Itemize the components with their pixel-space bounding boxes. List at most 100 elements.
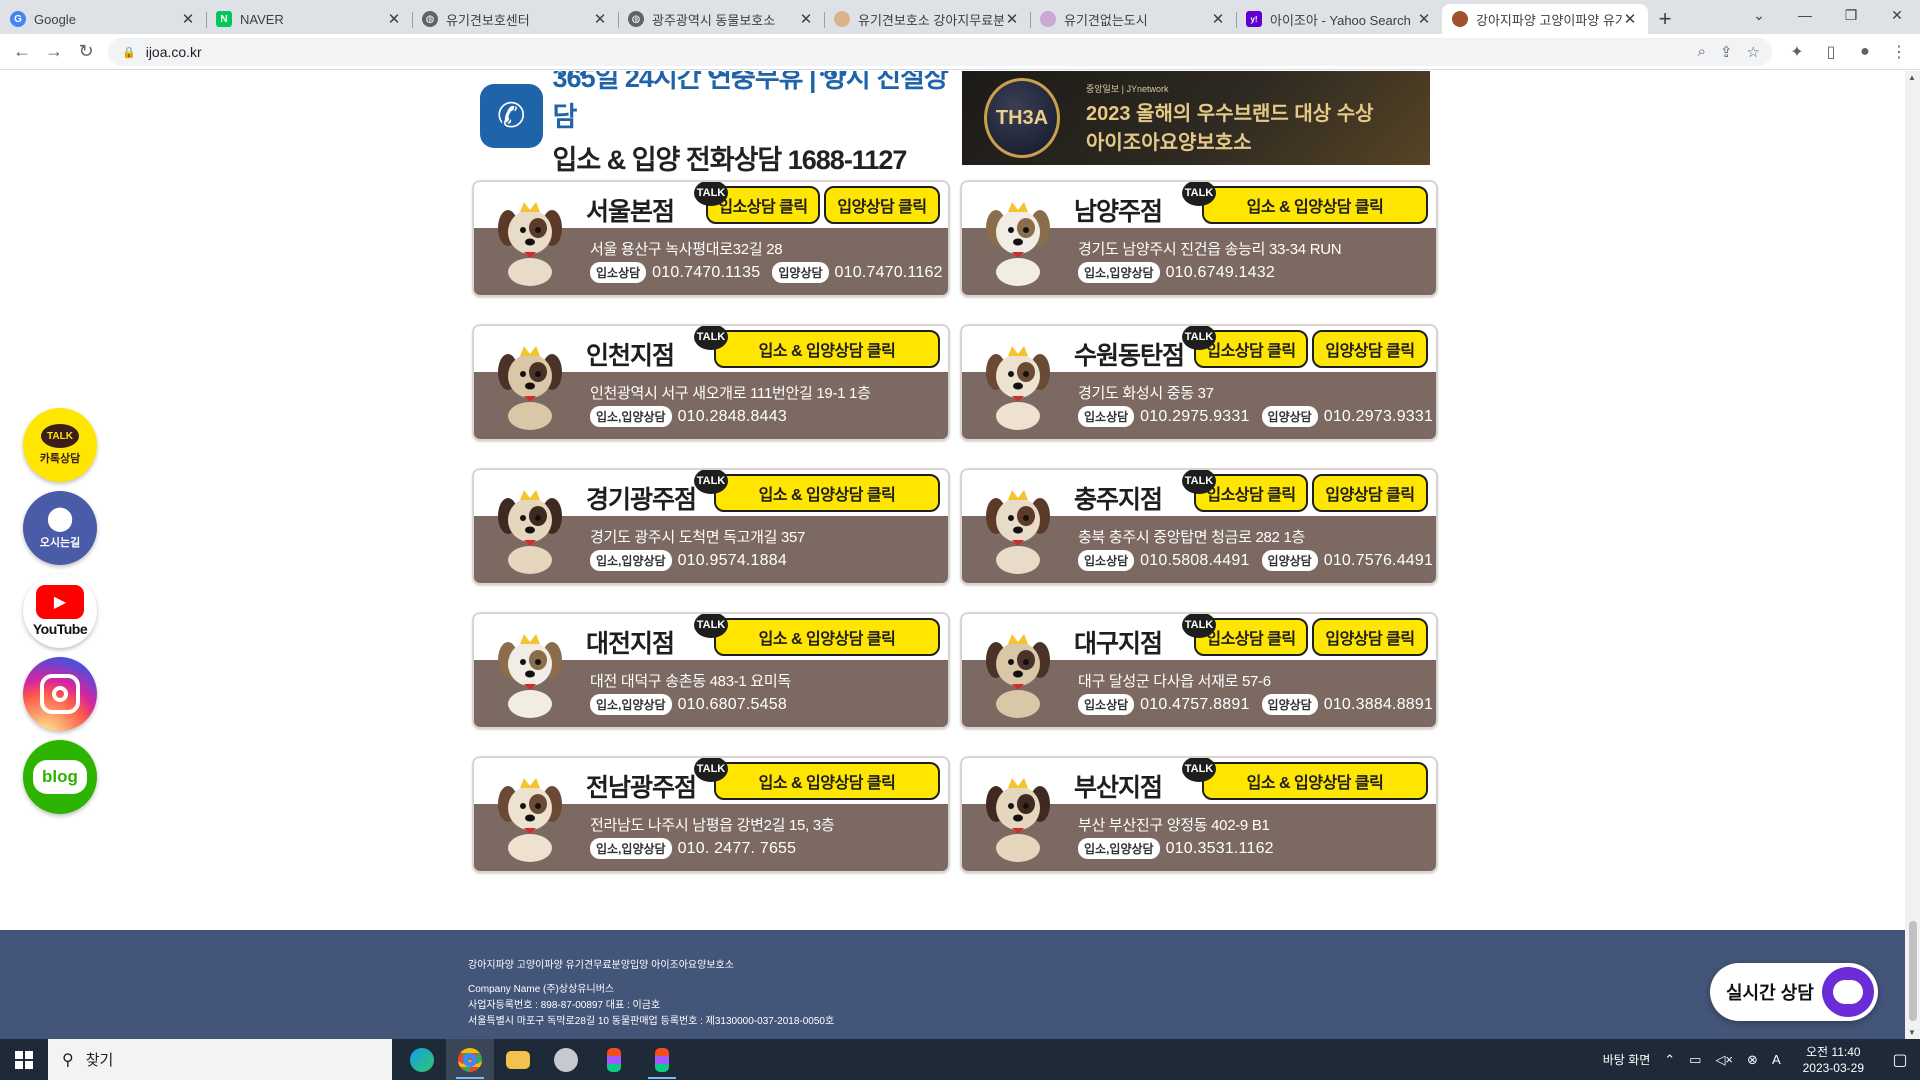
tab-title: 유기견보호소 강아지무료분양 (858, 12, 1004, 28)
start-button[interactable] (0, 1039, 48, 1080)
show-hidden-icons[interactable]: ⌃ (1664, 1052, 1675, 1068)
zoom-icon[interactable]: ⌕ (1698, 43, 1706, 61)
restore-button[interactable]: ❐ (1828, 0, 1874, 30)
tab-free-adoption[interactable]: 유기견보호소 강아지무료분양 ✕ (824, 4, 1030, 34)
branch-card: 경기광주점 입소 & 입양상담 클릭 TALK 경기도 광주시 도척면 독고개길 35… (472, 468, 950, 585)
lock-icon[interactable]: 🔒 (122, 46, 136, 59)
branch-name: 서울본점 (586, 198, 675, 226)
alert-icon[interactable]: ⊗ (1747, 1052, 1758, 1068)
directions-button[interactable]: ⬤ 오시는길 (23, 491, 97, 565)
scrollbar-thumb[interactable] (1909, 921, 1917, 1021)
notification-icon[interactable]: ▢ (1880, 1039, 1920, 1080)
intake-adoption-consult-button[interactable]: 입소 & 입양상담 클릭 (1202, 186, 1428, 224)
tab-yahoo[interactable]: y! 아이조아 - Yahoo Search ✕ (1236, 4, 1442, 34)
phone-type-badge: 입소,입양상담 (590, 838, 672, 859)
phone-number[interactable]: 010.4757.8891 (1140, 696, 1249, 714)
desktop-toolbar-label[interactable]: 바탕 화면 (1603, 1051, 1651, 1068)
close-tab-icon[interactable]: ✕ (592, 10, 608, 28)
decor-dots (558, 72, 584, 76)
branch-address: 충북 충주시 중앙탑면 청금로 282 1층 (1078, 529, 1306, 546)
phone-number[interactable]: 010.6749.1432 (1166, 264, 1275, 282)
phone-number[interactable]: 010.2975.9331 (1140, 408, 1249, 426)
phone-number[interactable]: 010.2973.9331 (1324, 408, 1433, 426)
tab-naver[interactable]: N NAVER ✕ (206, 4, 412, 34)
tab-google[interactable]: G Google ✕ (0, 4, 206, 34)
tab-ijoa-active[interactable]: 강아지파양 고양이파양 유기견 ✕ (1442, 4, 1648, 34)
side-panel-icon[interactable]: ▯ (1816, 36, 1846, 68)
phone-number[interactable]: 010.3531.1162 (1166, 840, 1274, 858)
address-bar[interactable]: 🔒 ijoa.co.kr ⌕ ⇪ ☆ (108, 38, 1772, 66)
tab-shelter-center[interactable]: ◍ 유기견보호센터 ✕ (412, 4, 618, 34)
reload-button[interactable]: ↻ (70, 36, 102, 68)
share-icon[interactable]: ⇪ (1720, 43, 1733, 61)
figma-app[interactable] (590, 1039, 638, 1080)
bookmark-star-icon[interactable]: ☆ (1747, 43, 1760, 61)
adoption-consult-button[interactable]: 입양상담 클릭 (1312, 330, 1428, 368)
new-tab-button[interactable]: + (1648, 4, 1682, 34)
paint-app[interactable] (542, 1039, 590, 1080)
forward-button[interactable]: → (38, 36, 70, 68)
figma-app-open[interactable] (638, 1039, 686, 1080)
taskbar-search[interactable]: ⚲ 찾기 (48, 1039, 392, 1080)
close-window-button[interactable]: ✕ (1874, 0, 1920, 30)
close-tab-icon[interactable]: ✕ (1004, 10, 1020, 28)
profile-icon[interactable]: ● (1850, 36, 1880, 68)
chrome-app[interactable] (446, 1039, 494, 1080)
back-button[interactable]: ← (6, 36, 38, 68)
minimize-button[interactable]: — (1782, 0, 1828, 30)
kakao-talk-icon: TALK (1182, 182, 1216, 206)
tab-no-stray-city[interactable]: 유기견없는도시 ✕ (1030, 4, 1236, 34)
intake-adoption-consult-button[interactable]: 입소 & 입양상담 클릭 (714, 762, 940, 800)
phone-number[interactable]: 010.9574.1884 (678, 552, 787, 570)
naver-blog-button[interactable]: blog (23, 740, 97, 814)
close-tab-icon[interactable]: ✕ (1210, 10, 1226, 28)
adoption-consult-button[interactable]: 입양상담 클릭 (1312, 618, 1428, 656)
phone-consult-banner[interactable]: ✆ 365일 24시간 연중무휴 | 항시 친절상담 입소 & 입양 전화상담 … (474, 71, 962, 175)
edge-app[interactable] (398, 1039, 446, 1080)
kakao-consult-button[interactable]: TALK 카톡상담 (23, 408, 97, 482)
adoption-consult-button[interactable]: 입양상담 클릭 (824, 186, 940, 224)
network-icon[interactable]: ▭ (1689, 1052, 1701, 1068)
close-tab-icon[interactable]: ✕ (798, 10, 814, 28)
kakao-talk-icon: TALK (694, 326, 728, 350)
scroll-down-icon[interactable]: ▼ (1908, 1028, 1916, 1037)
file-explorer-app[interactable] (494, 1039, 542, 1080)
close-tab-icon[interactable]: ✕ (180, 10, 196, 28)
page-scrollbar[interactable]: ▲ ▼ (1905, 71, 1920, 1039)
award-medal-icon: TH3A (984, 78, 1060, 158)
volume-muted-icon[interactable]: ◁× (1715, 1052, 1733, 1068)
phone-number[interactable]: 010. 2477. 7655 (678, 840, 797, 858)
phone-number[interactable]: 010.3884.8891 (1324, 696, 1433, 714)
close-tab-icon[interactable]: ✕ (386, 10, 402, 28)
scroll-up-icon[interactable]: ▲ (1908, 73, 1916, 82)
phone-number[interactable]: 010.6807.5458 (678, 696, 787, 714)
youtube-button[interactable]: ▶ YouTube (23, 574, 97, 648)
dog-mascot-icon (976, 624, 1060, 720)
intake-adoption-consult-button[interactable]: 입소 & 입양상담 클릭 (714, 330, 940, 368)
ime-indicator[interactable]: A (1772, 1052, 1781, 1067)
phone-number[interactable]: 010.5808.4491 (1140, 552, 1249, 570)
phone-number[interactable]: 010.7470.1135 (652, 264, 760, 282)
close-tab-icon[interactable]: ✕ (1622, 10, 1638, 28)
menu-icon[interactable]: ⋮ (1884, 36, 1914, 68)
intake-adoption-consult-button[interactable]: 입소 & 입양상담 클릭 (714, 474, 940, 512)
extensions-icon[interactable]: ✦ (1782, 36, 1812, 68)
instagram-button[interactable] (23, 657, 97, 731)
adoption-consult-button[interactable]: 입양상담 클릭 (1312, 474, 1428, 512)
intake-adoption-consult-button[interactable]: 입소 & 입양상담 클릭 (714, 618, 940, 656)
footer-tagline: 강아지파양 고양이파양 유기견무료분양입양 아이조아요양보호소 (468, 960, 734, 971)
phone-number[interactable]: 010.2848.8443 (678, 408, 787, 426)
intake-adoption-consult-button[interactable]: 입소 & 입양상담 클릭 (1202, 762, 1428, 800)
clock[interactable]: 오전 11:40 2023-03-29 (1803, 1044, 1864, 1076)
tab-search-icon[interactable]: ⌄ (1736, 0, 1782, 30)
phone-number[interactable]: 010.7470.1162 (835, 264, 943, 282)
window-controls: ⌄ — ❐ ✕ (1736, 0, 1920, 30)
close-tab-icon[interactable]: ✕ (1416, 10, 1432, 28)
tab-gwangju-shelter[interactable]: ◍ 광주광역시 동물보호소 ✕ (618, 4, 824, 34)
footer-address: 서울특별시 마포구 독막로28길 10 동물판매업 등록번호 : 제313000… (468, 1016, 835, 1027)
phone-number[interactable]: 010.7576.4491 (1324, 552, 1433, 570)
live-chat-button[interactable]: 실시간 상담 (1710, 963, 1878, 1021)
tab-strip: G Google ✕ N NAVER ✕ ◍ 유기견보호센터 ✕ ◍ 광주광역시… (0, 0, 1920, 34)
branch-name: 충주지점 (1074, 486, 1163, 514)
award-banner[interactable]: TH3A 중앙일보 | JYnetwork 2023 올해의 우수브랜드 대상 … (962, 71, 1430, 165)
